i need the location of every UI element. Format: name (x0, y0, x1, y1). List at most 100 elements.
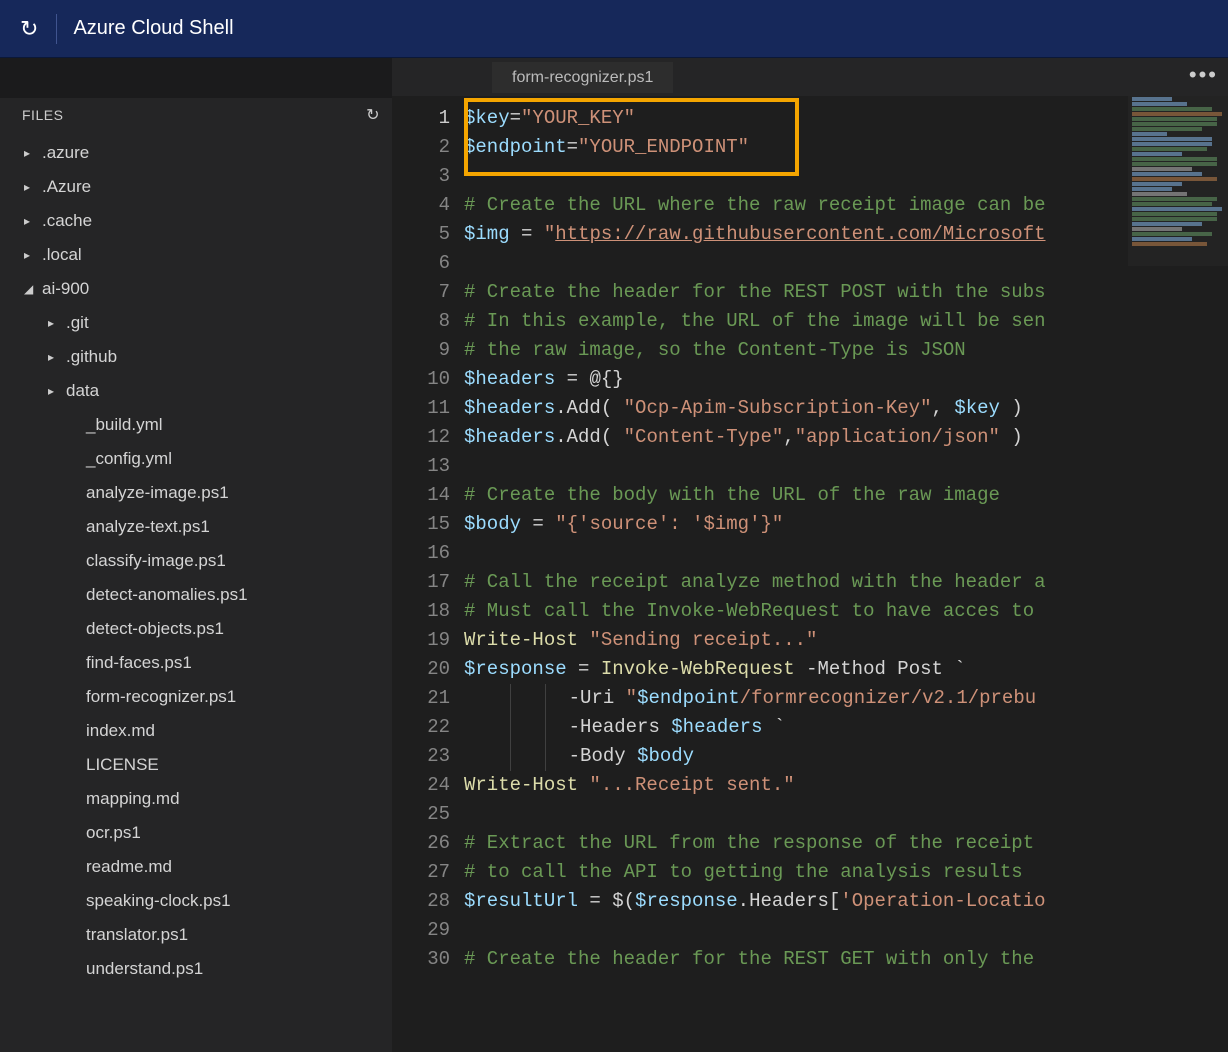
token-op: = (567, 136, 578, 158)
tree-item[interactable]: translator.ps1 (0, 918, 392, 952)
token-var: $response (635, 890, 738, 912)
minimap[interactable] (1128, 96, 1228, 266)
code-line[interactable]: $key="YOUR_KEY" (464, 104, 1228, 133)
line-number: 6 (392, 249, 464, 278)
code-line[interactable] (464, 452, 1228, 481)
tab-bar: form-recognizer.ps1 ••• (392, 58, 1228, 96)
tree-item[interactable]: find-faces.ps1 (0, 646, 392, 680)
tree-item[interactable]: classify-image.ps1 (0, 544, 392, 578)
tree-item[interactable]: _build.yml (0, 408, 392, 442)
sidebar-refresh-icon[interactable]: ↻ (366, 105, 380, 125)
token-var: $endpoint (637, 687, 740, 709)
tree-item[interactable]: ▸.github (0, 340, 392, 374)
tree-item[interactable]: index.md (0, 714, 392, 748)
caret-right-icon[interactable]: ▸ (48, 350, 66, 364)
code-line[interactable]: $body = "{'source': '$img'}" (464, 510, 1228, 539)
code-line[interactable]: Write-Host "Sending receipt..." (464, 626, 1228, 655)
code-line[interactable]: # Create the header for the REST POST wi… (464, 278, 1228, 307)
code-line[interactable] (464, 539, 1228, 568)
tree-item-label: .Azure (42, 177, 91, 197)
tree-item-label: data (66, 381, 99, 401)
token-op: = $( (578, 890, 635, 912)
code-line[interactable]: $img = "https://raw.githubusercontent.co… (464, 220, 1228, 249)
tree-item[interactable]: LICENSE (0, 748, 392, 782)
refresh-icon[interactable]: ↻ (20, 16, 38, 42)
tree-item[interactable]: ▸.local (0, 238, 392, 272)
code-line[interactable] (464, 800, 1228, 829)
caret-right-icon[interactable]: ▸ (24, 248, 42, 262)
tree-item[interactable]: understand.ps1 (0, 952, 392, 986)
code-line[interactable]: # Create the body with the URL of the ra… (464, 481, 1228, 510)
code-line[interactable]: $response = Invoke-WebRequest -Method Po… (464, 655, 1228, 684)
code-line[interactable]: # Create the header for the REST GET wit… (464, 945, 1228, 974)
line-number: 16 (392, 539, 464, 568)
tree-item[interactable]: _config.yml (0, 442, 392, 476)
token-op: -Body (569, 745, 637, 767)
code-line[interactable]: # Create the URL where the raw receipt i… (464, 191, 1228, 220)
tree-item[interactable]: ▸.azure (0, 136, 392, 170)
code-line[interactable]: -Body $body (464, 742, 1228, 771)
editor-tab[interactable]: form-recognizer.ps1 (492, 62, 673, 93)
tree-item[interactable]: ◢ai-900 (0, 272, 392, 306)
tree-item[interactable]: form-recognizer.ps1 (0, 680, 392, 714)
token-var: $headers (464, 397, 555, 419)
code-line[interactable]: $headers.Add( "Ocp-Apim-Subscription-Key… (464, 394, 1228, 423)
caret-down-icon[interactable]: ◢ (24, 282, 42, 296)
caret-right-icon[interactable]: ▸ (24, 146, 42, 160)
token-op: -Headers (569, 716, 672, 738)
more-actions-icon[interactable]: ••• (1189, 62, 1218, 88)
tree-item[interactable]: ▸.git (0, 306, 392, 340)
code-line[interactable]: # the raw image, so the Content-Type is … (464, 336, 1228, 365)
tree-item[interactable]: analyze-text.ps1 (0, 510, 392, 544)
tree-item-label: .git (66, 313, 89, 333)
tree-item[interactable]: ▸data (0, 374, 392, 408)
caret-right-icon[interactable]: ▸ (48, 316, 66, 330)
line-number: 7 (392, 278, 464, 307)
caret-right-icon[interactable]: ▸ (24, 180, 42, 194)
line-number: 13 (392, 452, 464, 481)
code-line[interactable]: # Must call the Invoke-WebRequest to hav… (464, 597, 1228, 626)
sidebar-header-label: FILES (22, 107, 63, 123)
token-op: @{} (589, 368, 623, 390)
code-line[interactable] (464, 916, 1228, 945)
line-number: 24 (392, 771, 464, 800)
token-str: "Sending receipt..." (589, 629, 817, 651)
code-line[interactable]: -Headers $headers ` (464, 713, 1228, 742)
code-content[interactable]: $key="YOUR_KEY"$endpoint="YOUR_ENDPOINT"… (464, 96, 1228, 1052)
tree-item[interactable]: readme.md (0, 850, 392, 884)
code-line[interactable]: # to call the API to getting the analysi… (464, 858, 1228, 887)
tree-item[interactable]: detect-anomalies.ps1 (0, 578, 392, 612)
code-line[interactable]: Write-Host "...Receipt sent." (464, 771, 1228, 800)
code-line[interactable] (464, 162, 1228, 191)
caret-right-icon[interactable]: ▸ (48, 384, 66, 398)
code-line[interactable]: -Uri "$endpoint/formrecognizer/v2.1/preb… (464, 684, 1228, 713)
code-line[interactable]: $headers.Add( "Content-Type","applicatio… (464, 423, 1228, 452)
tree-item[interactable]: detect-objects.ps1 (0, 612, 392, 646)
code-line[interactable]: # Extract the URL from the response of t… (464, 829, 1228, 858)
token-var: $img (464, 223, 510, 245)
token-str: "Content-Type" (624, 426, 784, 448)
tree-item-label: understand.ps1 (86, 959, 203, 979)
token-meth: .Add( (555, 397, 623, 419)
line-number: 22 (392, 713, 464, 742)
token-op: ) (1000, 426, 1023, 448)
tree-item[interactable]: speaking-clock.ps1 (0, 884, 392, 918)
token-str: "...Receipt sent." (589, 774, 794, 796)
tree-item[interactable]: ocr.ps1 (0, 816, 392, 850)
code-line[interactable] (464, 249, 1228, 278)
code-line[interactable]: # Call the receipt analyze method with t… (464, 568, 1228, 597)
code-line[interactable]: $headers = @{} (464, 365, 1228, 394)
line-number: 3 (392, 162, 464, 191)
line-number: 5 (392, 220, 464, 249)
tree-item[interactable]: ▸.Azure (0, 170, 392, 204)
caret-right-icon[interactable]: ▸ (24, 214, 42, 228)
code-line[interactable]: # In this example, the URL of the image … (464, 307, 1228, 336)
token-op: = (510, 107, 521, 129)
code-area[interactable]: 1234567891011121314151617181920212223242… (392, 96, 1228, 1052)
code-line[interactable]: $resultUrl = $($response.Headers['Operat… (464, 887, 1228, 916)
file-tree[interactable]: ▸.azure▸.Azure▸.cache▸.local◢ai-900▸.git… (0, 132, 392, 986)
tree-item[interactable]: analyze-image.ps1 (0, 476, 392, 510)
tree-item[interactable]: ▸.cache (0, 204, 392, 238)
code-line[interactable]: $endpoint="YOUR_ENDPOINT" (464, 133, 1228, 162)
tree-item[interactable]: mapping.md (0, 782, 392, 816)
